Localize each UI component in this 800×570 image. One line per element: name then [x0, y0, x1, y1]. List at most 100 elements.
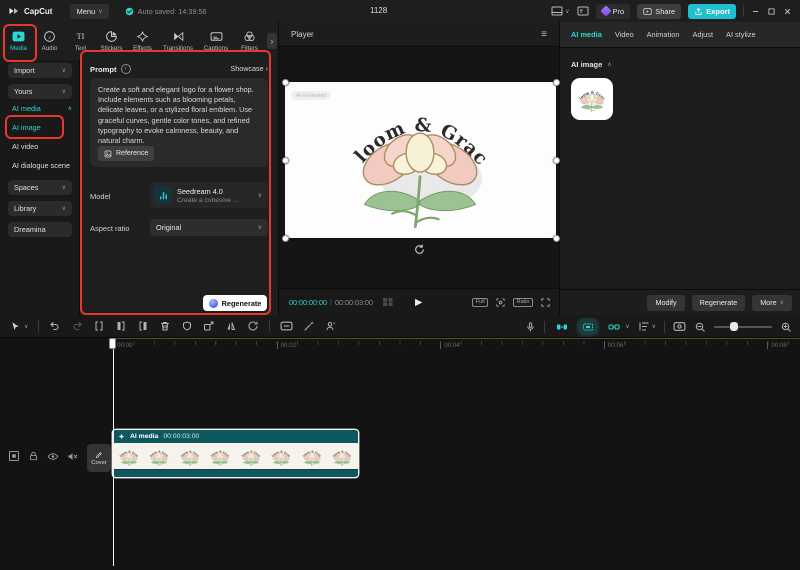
- regenerate-button[interactable]: Regenerate: [203, 295, 267, 311]
- tab-filters[interactable]: Filters: [234, 30, 265, 52]
- linkage-toggle[interactable]: [579, 320, 597, 334]
- selection-handle[interactable]: [282, 235, 289, 242]
- playhead-line[interactable]: [113, 338, 115, 566]
- modify-button[interactable]: Modify: [647, 295, 684, 311]
- magnetic-snap-toggle[interactable]: [553, 320, 571, 334]
- sidebar-item-ai-media[interactable]: AI media∧: [12, 104, 72, 113]
- selection-handle[interactable]: [282, 79, 289, 86]
- playback-quality-icon[interactable]: [673, 321, 686, 332]
- chevron-down-icon: ∨: [565, 8, 569, 15]
- pro-label: Pro: [613, 7, 625, 16]
- timeline-zoom-slider[interactable]: [714, 326, 772, 328]
- model-select[interactable]: Seedream 4.0 Create a cohesive ... ∨: [150, 182, 268, 208]
- chevron-down-icon: ∨: [62, 184, 66, 191]
- link-clips-toggle[interactable]: ∨: [605, 320, 629, 334]
- aspect-ratio-select[interactable]: Original ∨: [150, 219, 268, 236]
- delete-icon[interactable]: [159, 320, 171, 332]
- minimize-button[interactable]: [751, 7, 760, 16]
- slider-thumb[interactable]: [730, 322, 738, 331]
- fit-focus-icon[interactable]: [495, 297, 506, 308]
- crop-icon[interactable]: [203, 320, 215, 332]
- zoom-out-icon[interactable]: [694, 321, 706, 333]
- quality-icon[interactable]: [280, 320, 293, 332]
- cover-button[interactable]: Cover: [87, 444, 111, 472]
- layout-switch-button[interactable]: ∨: [551, 6, 569, 16]
- mirror-icon[interactable]: [225, 320, 237, 332]
- sidebar-item-ai-dialogue-scene[interactable]: AI dialogue scene: [12, 161, 70, 170]
- tab-overflow-button[interactable]: ›: [267, 33, 277, 49]
- delete-left-icon[interactable]: [115, 320, 127, 332]
- selection-handle[interactable]: [553, 235, 560, 242]
- sidebar-item-import[interactable]: Import∨: [8, 63, 72, 78]
- sidebar-item-ai-image[interactable]: AI image: [12, 123, 41, 132]
- main-track-icon[interactable]: [8, 450, 20, 462]
- tab-stickers[interactable]: Stickers: [96, 30, 127, 52]
- replace-icon[interactable]: [247, 320, 259, 332]
- tab-video[interactable]: Video: [615, 30, 634, 39]
- selection-handle[interactable]: [553, 157, 560, 164]
- tab-media[interactable]: Media: [3, 30, 34, 52]
- microphone-icon[interactable]: [525, 321, 536, 333]
- share-button[interactable]: Share: [637, 4, 681, 19]
- panel-toggle-icon[interactable]: [577, 6, 589, 16]
- tab-ai-stylize[interactable]: AI stylize: [726, 30, 756, 39]
- export-button[interactable]: Export: [688, 4, 736, 19]
- playhead-handle[interactable]: [109, 338, 116, 349]
- rotate-handle-icon[interactable]: [413, 243, 426, 256]
- svg-text:♪: ♪: [48, 35, 51, 41]
- tab-captions[interactable]: Captions: [198, 30, 234, 52]
- preview-canvas[interactable]: AI-Generated: [285, 82, 556, 238]
- clip-filmstrip: [113, 443, 358, 469]
- ratio-button[interactable]: Ratio: [513, 298, 533, 307]
- undo-icon[interactable]: [49, 320, 61, 332]
- tab-ai-media[interactable]: AI media: [571, 30, 602, 39]
- player-menu-icon[interactable]: ≡: [541, 29, 547, 40]
- sidebar-item-ai-video[interactable]: AI video: [12, 142, 38, 151]
- tab-audio[interactable]: ♪ Audio: [34, 30, 65, 52]
- play-button[interactable]: ▶: [415, 297, 422, 308]
- autosave-status: Auto saved: 14:39:56: [125, 7, 207, 16]
- ai-character-icon[interactable]: [325, 320, 337, 332]
- pro-button[interactable]: Pro: [596, 4, 631, 19]
- close-button[interactable]: [783, 7, 792, 16]
- more-button[interactable]: More ∨: [752, 295, 792, 311]
- magic-wand-icon[interactable]: [303, 320, 315, 332]
- shield-icon[interactable]: [181, 320, 193, 332]
- reference-button[interactable]: Reference: [98, 146, 154, 161]
- hide-track-icon[interactable]: [47, 451, 59, 462]
- sidebar-item-spaces[interactable]: Spaces∨: [8, 180, 72, 195]
- ruler-label: 00:02: [277, 342, 296, 349]
- ai-image-section-header[interactable]: AI image ∧: [571, 60, 612, 69]
- lock-icon[interactable]: [28, 450, 39, 462]
- menu-button[interactable]: Menu ∨: [70, 4, 108, 19]
- delete-right-icon[interactable]: [137, 320, 149, 332]
- sidebar-item-library[interactable]: Library∨: [8, 201, 72, 216]
- full-preview-button[interactable]: Full: [472, 298, 488, 307]
- mute-track-icon[interactable]: [67, 451, 79, 462]
- regenerate-button-right[interactable]: Regenerate: [692, 295, 746, 311]
- frame-view-icon[interactable]: [382, 297, 394, 307]
- tab-animation[interactable]: Animation: [647, 30, 680, 39]
- ruler-label: 00:06: [604, 342, 623, 349]
- selection-handle[interactable]: [553, 79, 560, 86]
- tab-text[interactable]: TI Text: [65, 30, 96, 52]
- tab-effects[interactable]: Effects: [127, 30, 158, 52]
- redo-icon[interactable]: [71, 320, 83, 332]
- fullscreen-icon[interactable]: [540, 297, 551, 308]
- preview-axis-toggle[interactable]: ∨: [638, 321, 656, 332]
- tab-adjust[interactable]: Adjust: [692, 30, 713, 39]
- zoom-in-icon[interactable]: [780, 321, 792, 333]
- sidebar-item-yours[interactable]: Yours∨: [8, 84, 72, 99]
- select-tool-button[interactable]: ∨: [10, 321, 28, 332]
- split-icon[interactable]: [93, 320, 105, 332]
- timeline-ruler[interactable]: 00:00 00:02 00:04 00:06 00:08: [85, 338, 800, 354]
- maximize-button[interactable]: [767, 7, 776, 16]
- showcase-link[interactable]: Showcase ›: [230, 64, 268, 73]
- timeline-toolbar-right: ∨ ∨: [525, 315, 792, 338]
- media-tab-bar: Media ♪ Audio TI Text Stickers Effect: [0, 22, 278, 60]
- tab-transitions[interactable]: Transitions: [158, 30, 198, 52]
- timeline-clip-ai-media[interactable]: AI media 00:00:03:00: [113, 430, 358, 477]
- selection-handle[interactable]: [282, 157, 289, 164]
- ai-image-thumbnail[interactable]: [571, 78, 613, 120]
- sidebar-item-dreamina[interactable]: Dreamina: [8, 222, 72, 237]
